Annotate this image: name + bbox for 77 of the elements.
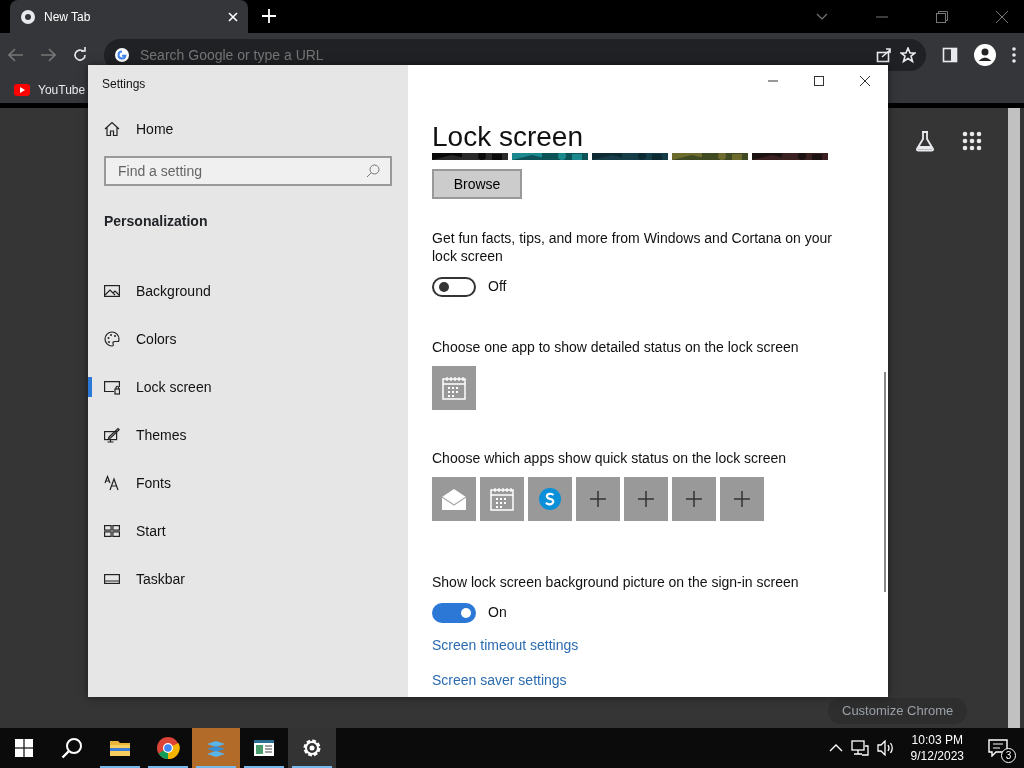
share-icon[interactable] xyxy=(876,47,892,63)
clock[interactable]: 10:03 PM 9/12/2023 xyxy=(902,732,972,764)
bookmark[interactable]: YouTube xyxy=(14,81,86,99)
nav-item[interactable]: Background xyxy=(88,267,408,315)
nav-item[interactable]: Taskbar xyxy=(88,555,408,603)
calendar-icon xyxy=(440,374,468,402)
customize-button[interactable]: Customize Chrome xyxy=(828,698,968,724)
settings-link[interactable]: Screen saver settings xyxy=(432,670,567,691)
notification-icon[interactable] xyxy=(988,739,1008,757)
flask-icon[interactable] xyxy=(914,130,936,152)
browse-button[interactable]: Browse xyxy=(432,169,522,199)
chrome-icon xyxy=(20,8,36,25)
nav-item[interactable]: Fonts xyxy=(88,459,408,507)
scrollbar[interactable] xyxy=(1008,108,1020,728)
restore-icon[interactable] xyxy=(936,10,948,23)
toggle-state: On xyxy=(488,603,507,622)
brush-icon xyxy=(104,427,120,443)
app-slot[interactable] xyxy=(432,366,476,410)
palette-icon xyxy=(104,331,120,347)
chrome-icon xyxy=(156,736,180,760)
network-icon[interactable] xyxy=(850,740,869,756)
forward-icon[interactable] xyxy=(40,48,56,62)
toggle-switch[interactable] xyxy=(432,276,476,297)
chevron-down-icon[interactable] xyxy=(816,12,828,21)
maximize-icon[interactable] xyxy=(814,76,824,86)
play-icon xyxy=(14,84,30,96)
google-icon xyxy=(114,47,130,63)
settings-link[interactable]: Screen timeout settings xyxy=(432,635,579,656)
image-icon xyxy=(104,283,120,299)
calendar-icon xyxy=(488,485,516,513)
close-icon[interactable] xyxy=(860,76,870,86)
profile-icon[interactable] xyxy=(974,44,996,66)
taskbar-icon xyxy=(104,571,120,587)
app-slot[interactable] xyxy=(480,477,524,521)
search-icon xyxy=(366,164,380,178)
app-slot[interactable] xyxy=(672,477,716,521)
apps-icon[interactable] xyxy=(962,131,982,151)
back-icon[interactable] xyxy=(8,48,24,62)
scrollbar[interactable] xyxy=(884,372,886,592)
setting-label: Choose which apps show quick status on the lock screen xyxy=(432,449,788,468)
page-heading: Lock screen xyxy=(432,120,584,154)
app-slot[interactable] xyxy=(720,477,764,521)
star-icon[interactable] xyxy=(900,47,916,63)
setting-label: Get fun facts, tips, and more from Windows and Cortana on your lock screen xyxy=(432,229,833,265)
nav-item[interactable]: Colors xyxy=(88,315,408,363)
search-field[interactable]: Find a setting xyxy=(116,159,366,183)
taskbar-button[interactable] xyxy=(288,728,336,768)
toggle-state: Off xyxy=(488,277,507,296)
volume-icon[interactable] xyxy=(876,740,895,756)
app-slot[interactable] xyxy=(528,477,572,521)
home-icon xyxy=(104,121,120,137)
app-slot[interactable] xyxy=(624,477,668,521)
chevron-up-icon[interactable] xyxy=(828,744,843,752)
app-slot[interactable] xyxy=(576,477,620,521)
menu-icon[interactable] xyxy=(1012,47,1016,63)
notification-badge: 3 xyxy=(1001,748,1016,763)
window-title: Settings xyxy=(101,76,147,93)
windows-icon[interactable] xyxy=(15,739,33,757)
lock-screen-icon xyxy=(104,379,120,395)
toggle-switch[interactable] xyxy=(432,602,476,623)
tiles-icon xyxy=(104,523,120,539)
setting-label: Show lock screen background picture on the sign-in screen xyxy=(432,573,800,591)
new-tab-icon[interactable] xyxy=(262,9,276,23)
search-icon[interactable] xyxy=(61,737,83,759)
setting-label: Choose one app to show detailed status on the lock screen xyxy=(432,338,800,357)
search-box[interactable]: Find a setting xyxy=(104,156,392,186)
browser-tab[interactable]: New Tab xyxy=(10,0,248,33)
nav-item[interactable]: Start xyxy=(88,507,408,555)
home-link[interactable]: Home xyxy=(88,105,408,153)
side-panel-icon[interactable] xyxy=(942,47,958,63)
fonts-icon xyxy=(104,475,120,491)
nav-item[interactable]: Themes xyxy=(88,411,408,459)
app-slot[interactable] xyxy=(432,477,476,521)
skype-icon xyxy=(536,485,564,513)
section-heading: Personalization xyxy=(104,212,209,231)
reload-icon[interactable] xyxy=(72,47,88,63)
tab-title: New Tab xyxy=(44,8,92,26)
